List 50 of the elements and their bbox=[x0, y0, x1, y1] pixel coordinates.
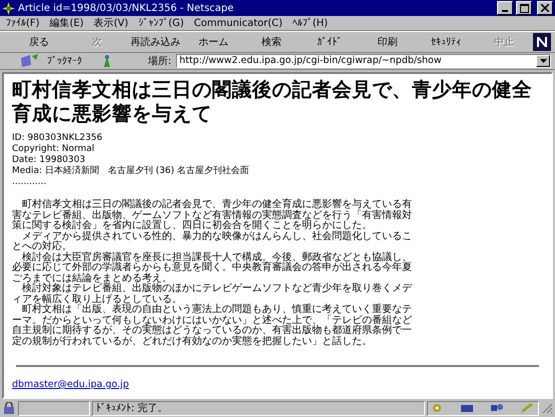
app-icon bbox=[2, 2, 15, 14]
article-text-line: 検討対象はテレビ番組、出版物のほかにテレビゲームソフトなど青少年を取り巻くメデ bbox=[21, 284, 414, 294]
article-text-line: ーマ。だからといって何もしないわけにはいかない」と述べた上で、「テレビの番組など bbox=[12, 316, 413, 326]
maximize-button[interactable] bbox=[516, 1, 532, 15]
article-text-line: ごろまでには結論をまとめる考え。 bbox=[12, 274, 173, 284]
meta-line: Copyright: Normal bbox=[12, 144, 96, 155]
meta-line: ............ bbox=[12, 177, 48, 188]
progress-panel bbox=[18, 400, 90, 416]
toolbar-button[interactable]: ホーム bbox=[184, 34, 242, 50]
location-label: 場所: bbox=[148, 54, 172, 68]
close-icon bbox=[541, 4, 549, 12]
article-text-line: メディアから提供されている性的、暴力的な映像がはんらんし、社会問題化しているこ bbox=[21, 232, 413, 242]
toolbar-button[interactable]: 戻る bbox=[10, 34, 68, 50]
toolbar-button[interactable]: ｶﾞｲﾄﾞ bbox=[300, 34, 359, 50]
menu-item[interactable]: 表示(V) bbox=[94, 16, 128, 30]
security-lock-icon[interactable] bbox=[2, 402, 16, 414]
minimize-button[interactable] bbox=[497, 1, 513, 15]
menu-item[interactable]: ﾌｧｲﾙ(F) bbox=[6, 16, 40, 30]
dropdown-caret-icon[interactable] bbox=[540, 59, 546, 63]
menu-item[interactable]: ﾍﾙﾌﾟ(H) bbox=[292, 16, 328, 30]
article-text-line: 自主規制に期待するが、その実態はどうなっているのか、有害出版物も都道府県条例で一 bbox=[12, 326, 413, 336]
article-text-line: 町村文相は「出版、表現の自由という憲法上の問題もあり、慎重に考えていく重要なテ bbox=[21, 305, 413, 315]
toolbar-button[interactable]: ｾｷｭﾘﾃｨ bbox=[416, 34, 475, 50]
maximize-icon bbox=[520, 4, 528, 12]
location-pin-icon[interactable] bbox=[101, 54, 113, 68]
email-link[interactable]: dbmaster@edu.ipa.go.jp bbox=[12, 379, 129, 390]
article-text-line: 必要に応じて外部の学識者らからも意見を聞く。中央教育審議会の答申が出される今年夏 bbox=[12, 263, 413, 273]
meta-line: Date: 19980303 bbox=[12, 155, 86, 166]
url-field[interactable]: http://www2.edu.ipa.go.jp/cgi-bin/cgiwrap/~npdb/show bbox=[176, 54, 551, 68]
article-text-line: ィアを幅広く取り上げるとしている。 bbox=[12, 294, 183, 304]
window-title: Article id=1998/03/03/NKL2356 - Netscape bbox=[18, 2, 235, 16]
article-text-line: 害なテレビ番組、出版物、ゲームソフトなど有害情報の実態調査などを行う「有害情報対 bbox=[12, 210, 413, 220]
meta-line: Media: 日本経済新聞 名古屋夕刊 (36) 名古屋夕刊社会面 bbox=[12, 166, 250, 177]
toolbar-button[interactable]: 印刷 bbox=[358, 34, 417, 50]
article-title: 町村信孝文相は三日の閣議後の記者会見で、青少年の健全育成に悪影響を与えて bbox=[12, 78, 533, 125]
bookmarks-label[interactable]: ﾌﾞｯｸﾏｰｸ bbox=[47, 54, 82, 68]
article-text-line: 策に関する検討会」を省内に設置し、四日に初会合を開くことを明らかにした。 bbox=[12, 221, 373, 231]
article-text-line: 町村信孝文相は三日の閣議後の記者会見で、青少年の健全育成に悪影響を与えている有 bbox=[22, 200, 413, 210]
menu-item[interactable]: ｼﾞｬﾝﾌﾟ(G) bbox=[138, 16, 184, 30]
article-text-line: 定の規制が行われているが、どれだけ有効なのか実態を把握したい」と話した。 bbox=[12, 336, 373, 347]
menu-item[interactable]: 編集(E) bbox=[50, 16, 84, 30]
toolbar-button[interactable]: 再読み込み bbox=[126, 34, 184, 50]
menu-item[interactable]: Communicator(C) bbox=[194, 16, 283, 30]
article-text-line: 検討会は大臣官房審議官を座長に担当課長十人で構成。今後、郵政省などとも協議し、 bbox=[22, 252, 413, 262]
status-text: ﾄﾞｷｭﾒﾝﾄ: 完了。 bbox=[96, 402, 168, 416]
resize-grip-icon[interactable] bbox=[541, 402, 553, 414]
close-button[interactable] bbox=[537, 1, 553, 15]
toolbar-button[interactable]: 検索 bbox=[242, 34, 301, 50]
meta-line: ID: 980303NKL2356 bbox=[12, 133, 104, 144]
article-text-line: とへの対応。 bbox=[12, 242, 73, 252]
